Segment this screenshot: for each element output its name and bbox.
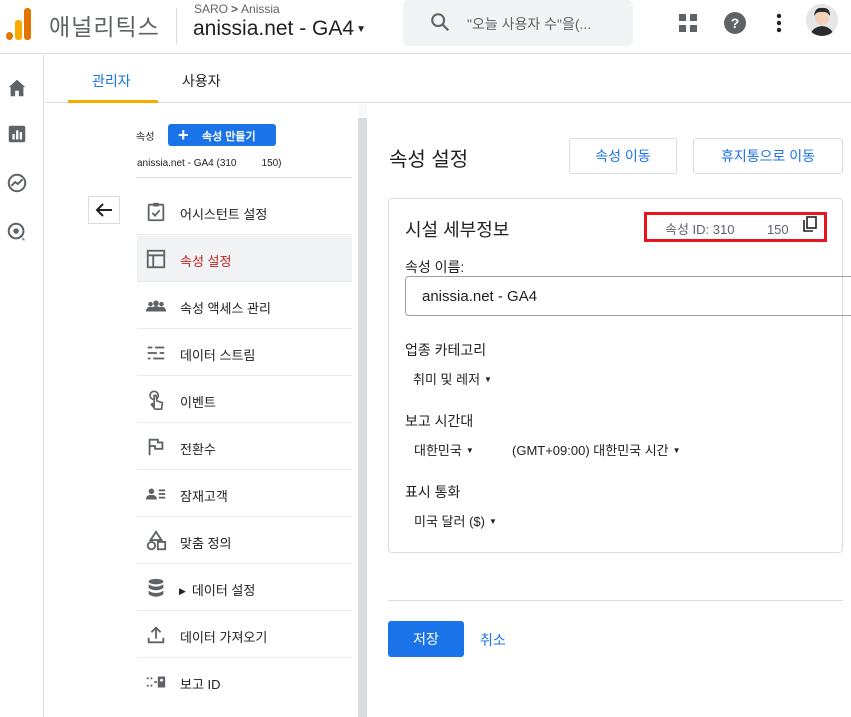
shapes-icon <box>146 530 167 551</box>
save-button[interactable]: 저장 <box>388 621 464 657</box>
chevron-right-icon: > <box>231 2 239 16</box>
caret-down-icon: ▼ <box>484 375 492 384</box>
nav-item-assistant-settings[interactable]: 어시스턴트 설정 <box>137 189 352 235</box>
active-tab-indicator <box>68 100 158 103</box>
nav-item-data-import[interactable]: 데이터 가져오기 <box>137 612 352 658</box>
create-property-label: 속성 만들기 <box>202 131 256 143</box>
industry-category-dropdown[interactable]: 취미 및 레저 ▼ <box>413 369 492 388</box>
analytics-logo-icon[interactable] <box>4 6 32 40</box>
caret-down-icon: ▼ <box>465 446 474 455</box>
nav-item-property-settings[interactable]: 속성 설정 <box>137 236 352 282</box>
copy-icon[interactable] <box>802 216 818 232</box>
move-property-button[interactable]: 속성 이동 <box>569 138 677 174</box>
move-to-trash-button[interactable]: 휴지통으로 이동 <box>693 138 843 174</box>
database-icon <box>148 578 164 597</box>
nav-item-label: 전환수 <box>180 442 216 457</box>
property-id: 속성 ID: 310 150 <box>665 222 789 237</box>
breadcrumb[interactable]: SARO > Anissia <box>194 2 280 16</box>
timezone-country-dropdown[interactable]: 대한민국 ▼ <box>414 440 474 459</box>
data-stream-icon <box>147 346 165 360</box>
property-name-label: 속성 이름: <box>405 259 465 275</box>
card-title: 시설 세부정보 <box>405 220 510 240</box>
search-bar[interactable]: "오늘 사용자 수"을(... <box>403 0 633 46</box>
currency-label: 표시 통화 <box>405 484 461 500</box>
arrow-left-icon <box>95 203 112 217</box>
tab-user[interactable]: 사용자 <box>182 71 221 91</box>
caret-down-icon: ▼ <box>488 517 497 526</box>
property-name-value: anissia.net - GA4 <box>422 288 538 305</box>
industry-category-value: 취미 및 레저 <box>413 372 481 387</box>
form-divider <box>388 600 843 601</box>
nav-item-label: 이벤트 <box>180 395 216 410</box>
nav-item-label: 데이터 스트림 <box>180 348 256 363</box>
timezone-dropdown[interactable]: (GMT+09:00) 대한민국 시간 ▼ <box>512 440 681 459</box>
property-name-input[interactable]: anissia.net - GA4 <box>405 276 851 316</box>
breadcrumb-property[interactable]: Anissia <box>241 2 280 16</box>
more-vert-icon[interactable] <box>767 11 791 35</box>
home-icon[interactable] <box>6 77 28 99</box>
audience-icon <box>145 488 166 500</box>
nav-item-label: ▶ 데이터 설정 <box>179 580 255 599</box>
property-dropdown-underline <box>136 177 352 178</box>
caret-down-icon: ▼ <box>672 446 681 455</box>
advertising-icon[interactable] <box>6 221 28 243</box>
page-title: 속성 설정 <box>389 149 469 171</box>
nav-item-label: 보고 ID <box>180 677 221 692</box>
tab-admin[interactable]: 관리자 <box>92 71 131 91</box>
nav-item-property-access[interactable]: 속성 액세스 관리 <box>137 283 352 329</box>
timezone-country-value: 대한민국 <box>414 443 462 458</box>
checklist-icon <box>147 202 165 222</box>
nav-item-label: 속성 액세스 관리 <box>180 301 271 316</box>
apps-grid-icon[interactable] <box>676 11 700 35</box>
timezone-value: (GMT+09:00) 대한민국 시간 <box>512 443 669 458</box>
nav-item-data-settings[interactable]: ▶ 데이터 설정 <box>137 565 352 611</box>
industry-category-label: 업종 카테고리 <box>405 342 487 358</box>
top-app-bar: 애널리틱스 SARO > Anissia anissia.net - GA4 ▼ "오… <box>0 0 851 54</box>
nav-item-custom-definitions[interactable]: 맞춤 정의 <box>137 518 352 564</box>
app-name: 애널리틱스 <box>49 14 160 40</box>
user-avatar[interactable] <box>806 4 838 36</box>
upload-icon <box>147 626 165 644</box>
nav-item-audiences[interactable]: 잠재고객 <box>137 471 352 517</box>
property-selector[interactable]: anissia.net - GA4 ▼ <box>193 17 366 41</box>
nav-item-conversions[interactable]: 전환수 <box>137 424 352 470</box>
property-selector-label: anissia.net - GA4 <box>193 17 355 40</box>
touch-icon <box>149 390 164 410</box>
search-icon <box>431 13 450 32</box>
flag-icon <box>148 438 164 456</box>
caret-down-icon: ▼ <box>356 24 366 35</box>
search-placeholder: "오늘 사용자 수"을(... <box>467 16 592 32</box>
people-icon <box>145 300 167 312</box>
currency-dropdown[interactable]: 미국 달러 ($) ▼ <box>414 511 497 530</box>
admin-tabs: 관리자 사용자 <box>45 55 851 103</box>
help-icon[interactable]: ? <box>723 11 747 35</box>
reports-icon[interactable] <box>6 123 28 145</box>
nav-item-reporting-id[interactable]: 보고 ID <box>137 659 352 705</box>
currency-value: 미국 달러 ($) <box>414 514 485 529</box>
property-column-label: 속성 <box>136 132 155 143</box>
reporting-id-icon <box>146 676 166 688</box>
left-rail <box>0 55 44 717</box>
plus-icon: + <box>178 125 189 145</box>
back-button[interactable] <box>88 196 120 224</box>
nav-item-label: 데이터 가져오기 <box>180 630 268 645</box>
create-property-button[interactable]: + 속성 만들기 <box>168 124 276 146</box>
nav-item-label: 어시스턴트 설정 <box>180 207 268 222</box>
nav-item-label: 맞춤 정의 <box>180 536 232 551</box>
property-settings-icon <box>146 249 166 269</box>
selected-property-dropdown[interactable]: anissia.net - GA4 (310 150) <box>137 158 282 169</box>
nav-scrollbar[interactable] <box>358 118 367 717</box>
nav-item-data-streams[interactable]: 데이터 스트림 <box>137 330 352 376</box>
caret-right-icon: ▶ <box>179 586 186 596</box>
cancel-button[interactable]: 취소 <box>480 630 506 650</box>
breadcrumb-account[interactable]: SARO <box>194 2 228 16</box>
nav-item-label-text: 데이터 설정 <box>191 583 256 598</box>
explore-icon[interactable] <box>6 172 28 194</box>
nav-item-label: 속성 설정 <box>180 254 232 269</box>
nav-item-events[interactable]: 이벤트 <box>137 377 352 423</box>
header-divider <box>176 8 177 44</box>
nav-item-label: 잠재고객 <box>180 489 228 504</box>
svg-text:?: ? <box>731 15 740 31</box>
reporting-timezone-label: 보고 시간대 <box>405 413 474 429</box>
